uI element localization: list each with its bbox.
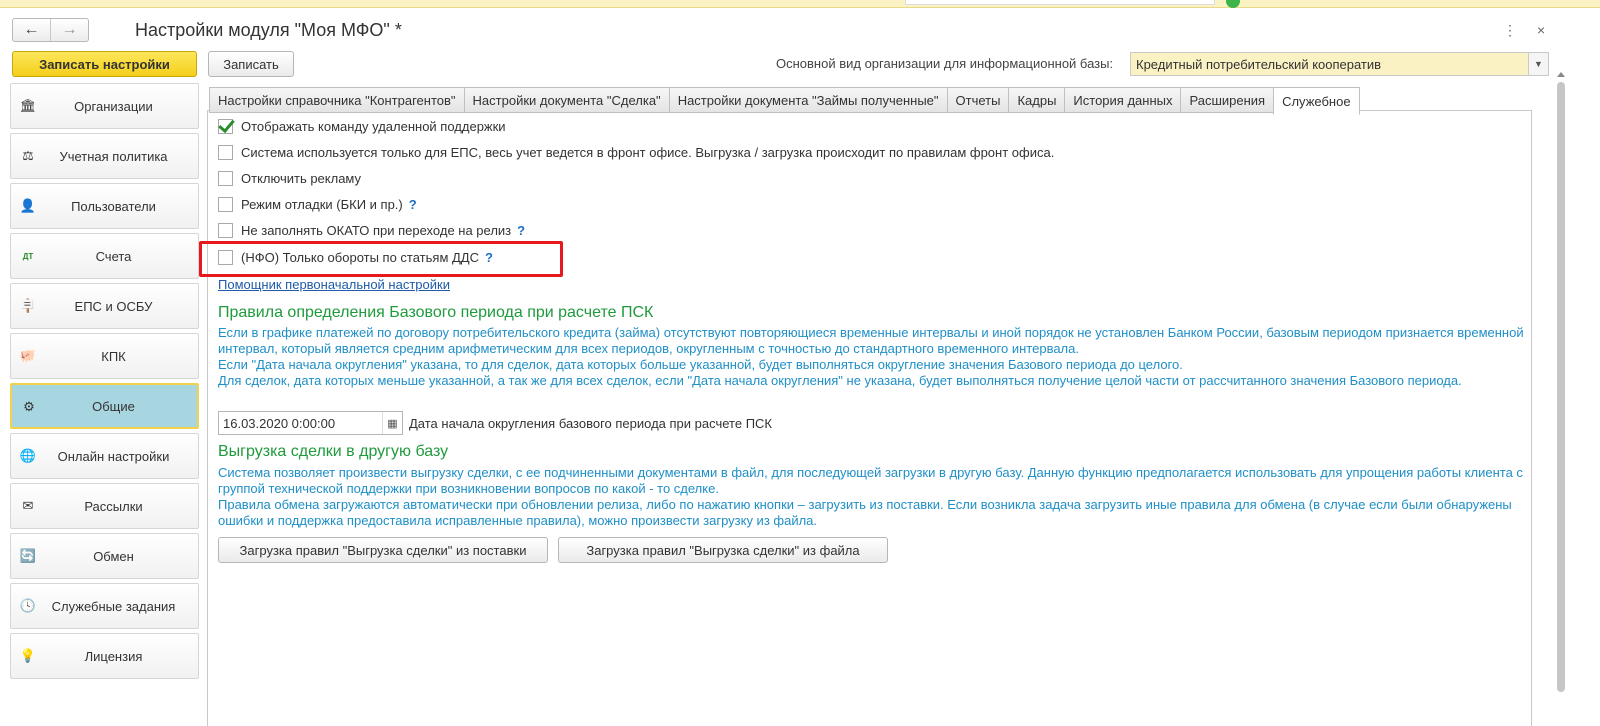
sidebar-item-label: Учетная политика [59, 148, 168, 164]
exchange-icon: 🔄 [19, 548, 37, 563]
psk-section-title: Правила определения Базового периода при… [218, 304, 654, 321]
sidebar-item[interactable]: ⚖ Учетная политика [10, 133, 199, 179]
sidebar-item[interactable]: 🔄 Обмен [10, 533, 199, 579]
sidebar-item[interactable]: 🐖 КПК [10, 333, 199, 379]
highlight-annotation [199, 241, 563, 277]
help-icon[interactable]: ? [409, 197, 417, 212]
sidebar-item-label: Организации [74, 98, 153, 114]
scroll-up-icon[interactable] [1557, 72, 1565, 77]
load-rules-from-file-button[interactable]: Загрузка правил "Выгрузка сделки" из фай… [558, 537, 888, 563]
status-indicator-icon [1226, 0, 1240, 8]
sidebar-item[interactable]: 💡 Лицензия [10, 633, 199, 679]
sidebar-item[interactable]: 🕓 Служебные задания [10, 583, 199, 629]
vertical-scrollbar[interactable] [1555, 52, 1567, 726]
sidebar-item-label: Счета [95, 248, 132, 264]
sidebar-item-label: ЕПС и ОСБУ [74, 298, 153, 314]
option-row: Система используется только для ЕПС, вес… [218, 145, 1054, 160]
tab[interactable]: Кадры [1008, 87, 1065, 113]
tab[interactable]: Настройки документа "Займы полученные" [668, 87, 947, 113]
tab[interactable]: Расширения [1180, 87, 1274, 113]
option-row: Режим отладки (БКИ и пр.)? [218, 197, 417, 212]
sidebar-item[interactable]: ✉ Рассылки [10, 483, 199, 529]
rounding-date-value: 16.03.2020 0:00:00 [223, 415, 336, 431]
sidebar-item-label: Лицензия [84, 648, 143, 664]
sidebar-item[interactable]: 🏛 Организации [10, 83, 199, 129]
save-button[interactable]: Записать [208, 51, 294, 77]
tab[interactable]: Отчеты [946, 87, 1009, 113]
gear-icon: ⚙ [23, 399, 35, 414]
navigation-buttons: ← → [12, 18, 89, 42]
checkbox[interactable] [218, 197, 233, 212]
sidebar-item-label: Служебные задания [51, 598, 176, 614]
window-title: Настройки модуля "Моя МФО" * [135, 20, 402, 40]
help-icon[interactable]: ? [517, 223, 525, 238]
option-label[interactable]: Система используется только для ЕПС, вес… [241, 145, 1054, 160]
option-label[interactable]: Отключить рекламу [241, 171, 361, 186]
option-row: Не заполнять ОКАТО при переходе на релиз… [218, 223, 525, 238]
option-row: Отключить рекламу [218, 171, 361, 186]
org-type-value: Кредитный потребительский кооператив [1136, 56, 1382, 72]
psk-text-1: Если в графике платежей по договору потр… [218, 325, 1524, 356]
more-menu-icon[interactable]: ⋮ [1503, 22, 1517, 39]
export-text-1: Система позволяет произвести выгрузку сд… [218, 465, 1523, 496]
accounts-icon: ДТ [22, 251, 34, 261]
sidebar-item-label: КПК [101, 348, 126, 364]
tab[interactable]: История данных [1064, 87, 1181, 113]
tab[interactable]: Настройки справочника "Контрагентов" [209, 87, 464, 113]
scales-icon: ⚖ [22, 148, 34, 163]
sidebar-item[interactable]: 👤 Пользователи [10, 183, 199, 229]
checkbox[interactable] [218, 145, 233, 160]
option-label[interactable]: Режим отладки (БКИ и пр.) [241, 197, 403, 212]
chevron-down-icon[interactable]: ▼ [1528, 53, 1548, 75]
top-strip [0, 0, 1600, 8]
signpost-icon: 🪧 [19, 298, 37, 313]
scrollbar-thumb[interactable] [1557, 82, 1565, 692]
clock-icon: 🕓 [19, 598, 37, 613]
title-bar: ← → Настройки модуля "Моя МФО" * ⋮ × [0, 8, 1600, 48]
org-type-label: Основной вид организации для информацион… [776, 56, 1114, 71]
export-text-2: Правила обмена загружаются автоматически… [218, 497, 1512, 528]
user-icon: 👤 [19, 198, 37, 213]
sidebar-item-label: Онлайн настройки [57, 448, 170, 464]
load-rules-from-delivery-button[interactable]: Загрузка правил "Выгрузка сделки" из пос… [218, 537, 548, 563]
globe-icon: 🌐 [19, 448, 37, 463]
option-label[interactable]: Отображать команду удаленной поддержки [241, 119, 506, 134]
export-section-title: Выгрузка сделки в другую базу [218, 443, 449, 460]
sidebar-item[interactable]: ДТ Счета [10, 233, 199, 279]
sidebar-item-label: Пользователи [71, 198, 156, 214]
setup-wizard-link[interactable]: Помощник первоначальной настройки [218, 277, 450, 292]
search-field-stub[interactable] [905, 0, 1215, 5]
psk-text-3: Для сделок, дата которых меньше указанно… [218, 373, 1462, 388]
checkbox[interactable] [218, 119, 233, 134]
bank-icon: 🏛 [19, 98, 37, 113]
sidebar-item[interactable]: 🪧 ЕПС и ОСБУ [10, 283, 199, 329]
forward-arrow-icon[interactable]: → [50, 19, 88, 41]
back-arrow-icon[interactable]: ← [13, 19, 50, 41]
checkbox[interactable] [218, 171, 233, 186]
tab[interactable]: Настройки документа "Сделка" [463, 87, 669, 113]
sidebar-item[interactable]: ⚙ Общие [10, 383, 199, 429]
lightbulb-icon: 💡 [19, 648, 37, 663]
checkbox[interactable] [218, 223, 233, 238]
sidebar: 🏛 Организации ⚖ Учетная политика 👤 Пользовате… [10, 83, 199, 683]
sidebar-item[interactable]: 🌐 Онлайн настройки [10, 433, 199, 479]
sidebar-item-label: Рассылки [84, 498, 143, 514]
tab[interactable]: Служебное [1273, 87, 1360, 115]
option-label[interactable]: Не заполнять ОКАТО при переходе на релиз [241, 223, 511, 238]
calendar-icon[interactable]: ▦ [382, 412, 402, 434]
envelope-icon: ✉ [22, 498, 34, 513]
rounding-date-input[interactable]: 16.03.2020 0:00:00 ▦ [218, 411, 403, 435]
sidebar-item-label: Общие [92, 398, 135, 414]
close-icon[interactable]: × [1537, 22, 1545, 38]
org-type-select[interactable]: Кредитный потребительский кооператив ▼ [1130, 52, 1549, 76]
tab-bar: Настройки справочника "Контрагентов" Наст… [209, 87, 1360, 115]
save-settings-button[interactable]: Записать настройки [12, 51, 197, 77]
piggy-bank-icon: 🐖 [19, 348, 37, 363]
option-row: Отображать команду удаленной поддержки [218, 119, 506, 134]
rounding-date-label: Дата начала округления базового периода … [409, 416, 772, 431]
psk-text-2: Если "Дата начала округления" указана, т… [218, 357, 1183, 372]
sidebar-item-label: Обмен [93, 548, 134, 564]
